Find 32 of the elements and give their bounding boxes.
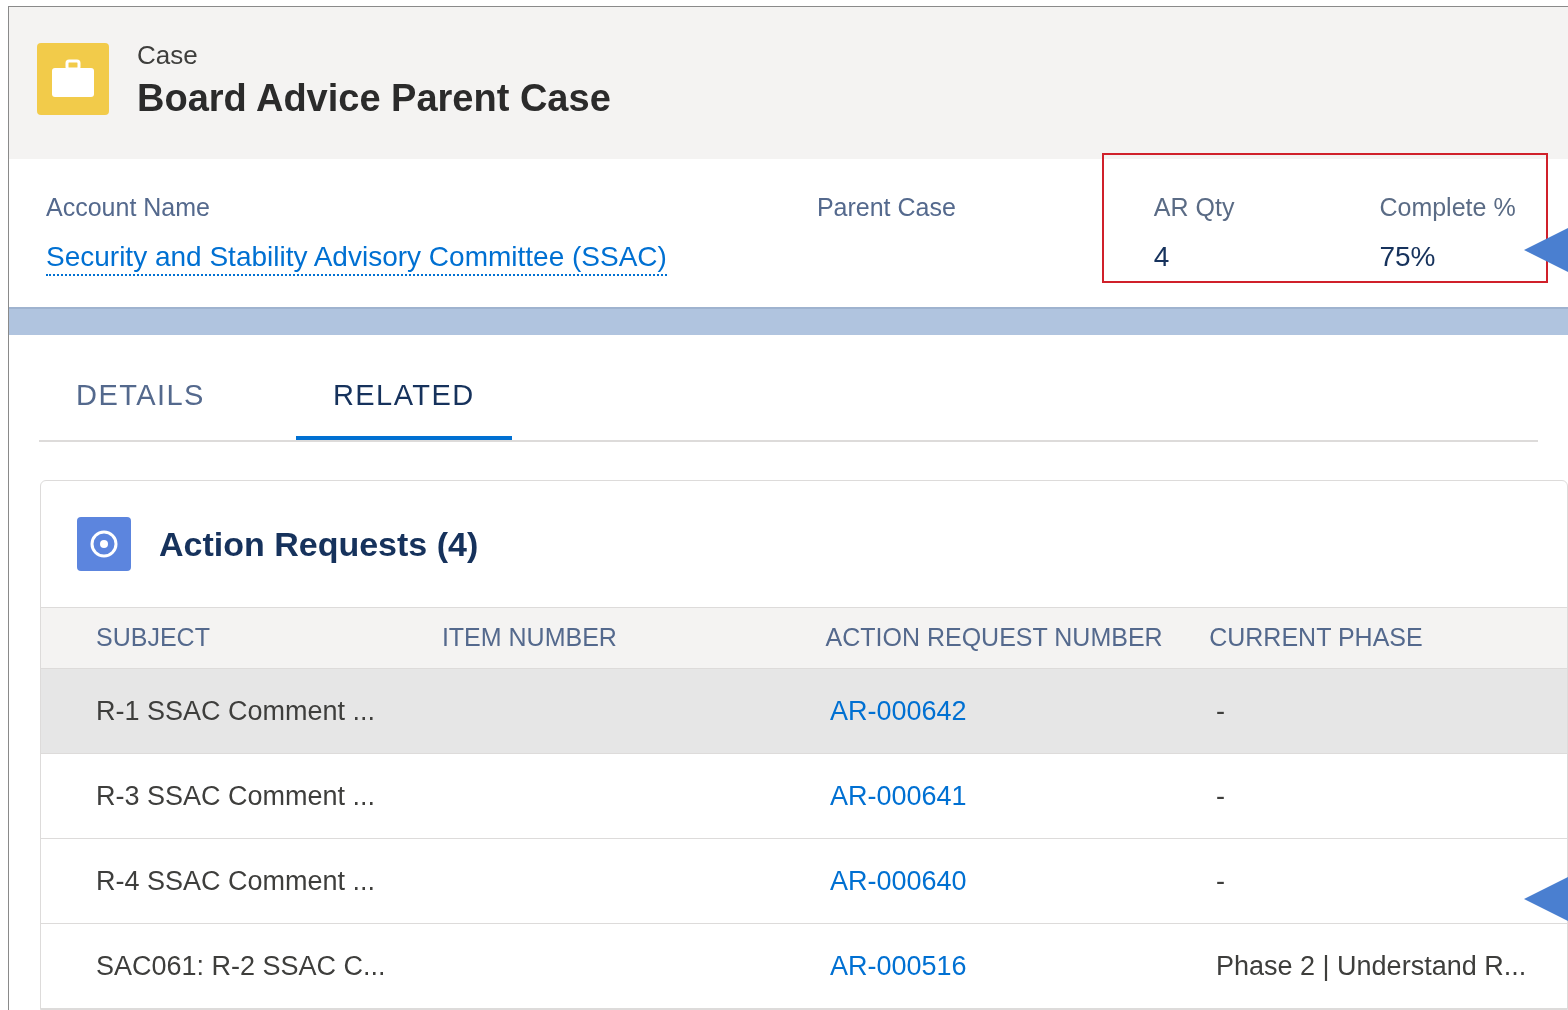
object-label: Case	[137, 38, 199, 72]
field-label: AR Qty	[1153, 192, 1235, 224]
table-cell-text: Phase 2 | Understand R...	[1216, 949, 1527, 983]
table-cell-text: R-4 SSAC Comment ...	[96, 864, 377, 898]
tab[interactable]: DETAILS	[39, 355, 242, 440]
table-cell-text: R-1 SSAC Comment ...	[96, 694, 377, 728]
callout-arrow	[1524, 877, 1568, 921]
tab[interactable]: RELATED	[295, 355, 512, 440]
field-label: Parent Case	[816, 192, 956, 224]
column-header: ACTION REQUEST NUMBER	[825, 622, 1164, 654]
field-value: 75%	[1379, 239, 1437, 274]
column-header: ITEM NUMBER	[441, 622, 618, 654]
compass-icon	[77, 517, 131, 571]
field-label: Complete %	[1379, 192, 1516, 224]
field-label: Account Name	[46, 192, 211, 224]
record-link[interactable]: AR-000641	[830, 775, 1216, 817]
field-value: 4	[1153, 239, 1171, 274]
table-cell-text: -	[1216, 864, 1225, 898]
table-cell-text: -	[1216, 694, 1225, 728]
briefcase-icon	[37, 43, 109, 116]
column-header: SUBJECT	[96, 622, 211, 654]
record-link[interactable]: AR-000516	[830, 945, 1216, 987]
record-link[interactable]: AR-000640	[830, 860, 1216, 902]
table-cell-text: -	[1216, 779, 1225, 813]
list-title: Action Requests (4)	[159, 523, 479, 565]
table-cell-text: SAC061: R-2 SSAC C...	[96, 949, 387, 983]
callout-arrow	[1524, 228, 1568, 272]
record-link[interactable]: AR-000642	[830, 690, 1216, 732]
table-cell-text: R-3 SSAC Comment ...	[96, 779, 377, 813]
column-header: CURRENT PHASE	[1209, 622, 1424, 654]
record-title: Board Advice Parent Case	[137, 75, 611, 121]
account-link[interactable]: Security and Stability Advisory Committee (SSAC)	[46, 238, 667, 276]
